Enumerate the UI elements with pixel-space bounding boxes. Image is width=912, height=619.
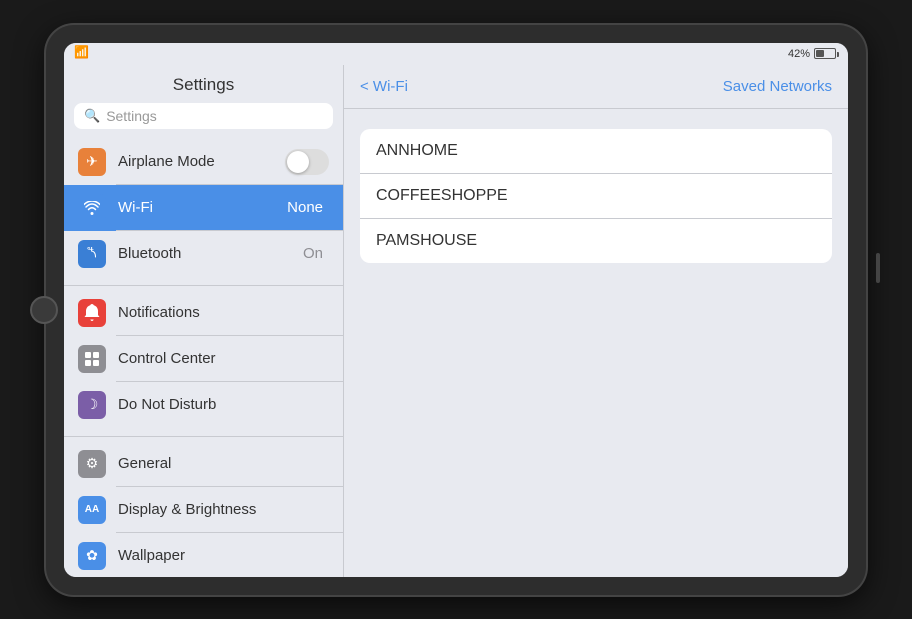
battery-percentage: 42%: [788, 48, 810, 60]
control-center-icon: [78, 345, 106, 373]
status-bar: 📶 42%: [64, 43, 848, 65]
settings-item-wallpaper[interactable]: ✿ Wallpaper: [64, 533, 343, 577]
battery-icon: [814, 48, 836, 59]
control-center-label: Control Center: [118, 350, 329, 367]
left-header: Settings: [64, 65, 343, 103]
do-not-disturb-icon: ☽: [78, 391, 106, 419]
settings-group-3: ⚙ General AA Display & Brightness ✿ Wall…: [64, 436, 343, 577]
right-panel: < Wi-Fi Saved Networks ANNHOME COFFEESHO…: [344, 65, 848, 577]
settings-item-notifications[interactable]: Notifications: [64, 290, 343, 336]
bluetooth-label: Bluetooth: [118, 245, 303, 262]
left-panel: Settings 🔍 Settings ✈ Airplane Mode: [64, 65, 344, 577]
wifi-status-icon: 📶: [74, 45, 89, 59]
content-area: Settings 🔍 Settings ✈ Airplane Mode: [64, 65, 848, 577]
wallpaper-icon: ✿: [78, 542, 106, 570]
back-button[interactable]: < Wi-Fi: [360, 78, 408, 95]
wifi-icon: [78, 194, 106, 222]
settings-item-display[interactable]: AA Display & Brightness: [64, 487, 343, 533]
airplane-mode-toggle[interactable]: [285, 149, 329, 175]
general-icon: ⚙: [78, 450, 106, 478]
network-item-pamshouse[interactable]: PAMSHOUSE: [360, 219, 832, 263]
settings-item-control-center[interactable]: Control Center: [64, 336, 343, 382]
saved-networks-button[interactable]: Saved Networks: [723, 78, 832, 95]
settings-group-1: ✈ Airplane Mode: [64, 139, 343, 277]
wifi-value: None: [287, 199, 323, 216]
display-label: Display & Brightness: [118, 501, 329, 518]
wallpaper-label: Wallpaper: [118, 547, 329, 564]
side-button[interactable]: [876, 253, 880, 283]
display-icon: AA: [78, 496, 106, 524]
notifications-label: Notifications: [118, 304, 329, 321]
wifi-label: Wi-Fi: [118, 199, 287, 216]
settings-list: ✈ Airplane Mode: [64, 139, 343, 577]
airplane-mode-label: Airplane Mode: [118, 153, 285, 170]
networks-list: ANNHOME COFFEESHOPPE PAMSHOUSE: [360, 129, 832, 263]
device-frame: 📶 42% Settings 🔍 Settings: [46, 25, 866, 595]
airplane-mode-icon: ✈: [78, 148, 106, 176]
home-button[interactable]: [30, 296, 58, 324]
bluetooth-value: On: [303, 245, 323, 262]
bluetooth-icon: ⯲: [78, 240, 106, 268]
settings-item-bluetooth[interactable]: ⯲ Bluetooth On: [64, 231, 343, 277]
network-item-coffeeshoppe[interactable]: COFFEESHOPPE: [360, 174, 832, 219]
left-panel-title: Settings: [173, 75, 234, 94]
network-item-annhome[interactable]: ANNHOME: [360, 129, 832, 174]
settings-item-do-not-disturb[interactable]: ☽ Do Not Disturb: [64, 382, 343, 428]
do-not-disturb-label: Do Not Disturb: [118, 396, 329, 413]
status-bar-right: 42%: [788, 48, 836, 60]
settings-item-airplane-mode[interactable]: ✈ Airplane Mode: [64, 139, 343, 185]
settings-item-general[interactable]: ⚙ General: [64, 441, 343, 487]
device-screen: 📶 42% Settings 🔍 Settings: [64, 43, 848, 577]
settings-item-wifi[interactable]: Wi-Fi None: [64, 185, 343, 231]
search-input[interactable]: Settings: [106, 108, 157, 124]
status-bar-left: 📶: [74, 45, 89, 59]
search-bar[interactable]: 🔍 Settings: [74, 103, 333, 129]
general-label: General: [118, 455, 329, 472]
right-header: < Wi-Fi Saved Networks: [344, 65, 848, 109]
settings-group-2: Notifications: [64, 285, 343, 428]
search-icon: 🔍: [84, 108, 100, 124]
notifications-icon: [78, 299, 106, 327]
